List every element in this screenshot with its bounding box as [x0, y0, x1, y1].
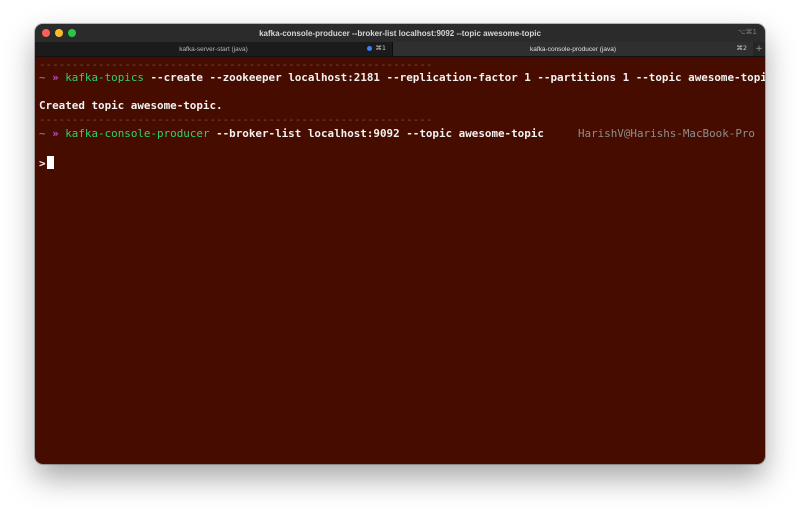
command-line-2: ~ » kafka-console-producer --broker-list…: [39, 127, 544, 140]
new-tab-button[interactable]: +: [753, 42, 765, 56]
terminal-content[interactable]: ----------------------------------------…: [35, 57, 765, 464]
input-line[interactable]: >: [39, 156, 54, 170]
separator-line: ----------------------------------------…: [39, 58, 433, 71]
command-args: --create --zookeeper localhost:2181 --re…: [150, 71, 766, 84]
window-shortcut: ⌥⌘1: [737, 28, 757, 36]
prompt-chevron-icon: »: [52, 127, 59, 140]
close-button[interactable]: [42, 29, 50, 37]
text-cursor: [46, 156, 54, 169]
tab-kafka-server-start[interactable]: kafka-server-start (java) ⌘1: [35, 42, 393, 56]
tab-label: kafka-server-start (java): [179, 45, 248, 53]
tab-label: kafka-console-producer (java): [530, 45, 616, 53]
right-prompt: HarishV@Harishs-MacBook-Pro: [577, 127, 755, 140]
tab-kafka-console-producer[interactable]: kafka-console-producer (java) ⌘2: [393, 42, 753, 56]
terminal-window: kafka-console-producer --broker-list loc…: [35, 24, 765, 464]
command-args: --broker-list localhost:9092 --topic awe…: [216, 127, 544, 140]
window-controls: [42, 29, 76, 37]
command-output: Created topic awesome-topic.: [39, 99, 223, 112]
minimize-button[interactable]: [55, 29, 63, 37]
command-name: kafka-topics: [65, 71, 144, 84]
tab-shortcut-label: ⌘2: [736, 44, 747, 52]
prompt-chevron-icon: »: [52, 71, 59, 84]
separator-line: ----------------------------------------…: [39, 113, 433, 126]
tab-shortcut-2: ⌘2: [736, 44, 747, 52]
tab-bar: kafka-server-start (java) ⌘1 kafka-conso…: [35, 42, 765, 57]
prompt-tilde: ~: [39, 127, 46, 140]
command-line-1: ~ » kafka-topics --create --zookeeper lo…: [39, 71, 765, 84]
title-bar: kafka-console-producer --broker-list loc…: [35, 24, 765, 42]
plus-icon: +: [755, 44, 763, 54]
window-title: kafka-console-producer --broker-list loc…: [259, 28, 541, 38]
input-prompt: >: [39, 157, 46, 170]
activity-indicator-icon: [367, 45, 373, 51]
command-name: kafka-console-producer: [65, 127, 210, 140]
prompt-tilde: ~: [39, 71, 46, 84]
tab-shortcut-label: ⌘1: [375, 44, 386, 52]
maximize-button[interactable]: [68, 29, 76, 37]
tab-shortcut-1: ⌘1: [367, 44, 386, 52]
